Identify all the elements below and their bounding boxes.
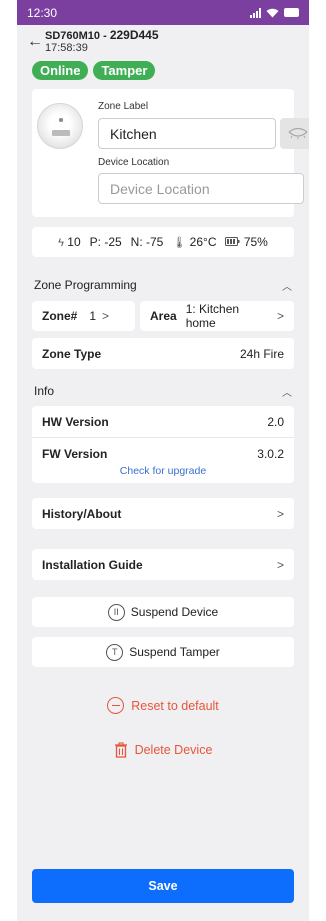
fw-version-label: FW Version — [42, 446, 108, 461]
chevron-right-icon: > — [102, 309, 110, 323]
installation-guide-row[interactable]: Installation Guide > — [32, 549, 294, 580]
device-model: SD760M10 - — [45, 30, 110, 42]
hw-version-row: HW Version 2.0 — [32, 406, 294, 437]
device-location-input[interactable]: Device Location — [98, 173, 304, 204]
area-label: Area — [150, 309, 177, 323]
device-id: 229D445 — [109, 28, 159, 42]
zone-label-input[interactable]: Kitchen — [98, 118, 276, 149]
zone-label-caption: Zone Label — [98, 101, 149, 112]
trash-icon — [114, 742, 127, 758]
header-info: SD760M10 - 229D445 17:58:39 — [45, 29, 159, 55]
eye-toggle-button[interactable] — [280, 118, 309, 149]
suspend-tamper-label: Suspend Tamper — [129, 645, 220, 659]
installation-guide-label: Installation Guide — [42, 557, 143, 572]
battery-icon — [284, 8, 299, 17]
zone-type-row[interactable]: Zone Type 24h Fire — [32, 338, 294, 369]
online-badge: Online — [32, 61, 89, 80]
suspend-device-label: Suspend Device — [130, 605, 219, 619]
device-card: Zone Label Kitchen Device Location Devic… — [32, 89, 309, 217]
chevron-right-icon: > — [276, 557, 284, 572]
zone-number-value: 1 — [89, 309, 97, 323]
device-image — [37, 103, 83, 149]
status-time: 12:30 — [27, 5, 58, 20]
temperature-stat: 🌡︎ 26°C — [172, 235, 216, 249]
fw-version-value: 3.0.2 — [257, 446, 284, 461]
suspend-tamper-button[interactable]: T Suspend Tamper — [32, 637, 294, 667]
suspend-device-button[interactable]: II Suspend Device — [32, 597, 294, 627]
chevron-right-icon: > — [276, 506, 284, 521]
area-selector[interactable]: Area 1: Kitchen home > — [140, 301, 294, 331]
reset-default-label: Reset to default — [131, 698, 219, 713]
info-card: HW Version 2.0 FW Version 3.0.2 Check fo… — [32, 406, 294, 483]
chevron-up-icon: ︿ — [282, 387, 292, 399]
zone-programming-header[interactable]: Zone Programming ︿ — [17, 275, 309, 295]
zone-programming-title: Zone Programming — [34, 278, 137, 292]
device-title: SD760M10 - 229D445 — [45, 29, 159, 42]
minus-circle-icon — [107, 697, 125, 714]
tamper-badge: Tamper — [93, 61, 156, 80]
status-badges: Online Tamper — [17, 61, 309, 80]
lightning-icon: ϟ — [58, 237, 64, 249]
info-header[interactable]: Info ︿ — [17, 381, 309, 401]
zone-number-label: Zone# — [42, 309, 78, 323]
zone-number-selector[interactable]: Zone# 1 > — [32, 301, 135, 331]
wifi-icon — [266, 8, 279, 17]
signal-stat: ϟ 10 — [58, 235, 81, 249]
delete-device-label: Delete Device — [134, 743, 213, 757]
area-value: 1: Kitchen home — [185, 302, 240, 330]
battery-value: 75% — [243, 235, 268, 249]
signal-icon — [250, 7, 261, 18]
device-settings-screen: 12:30 ← SD760M10 - 229D445 17:58:39 Onli… — [17, 0, 309, 921]
history-about-label: History/About — [42, 506, 122, 521]
device-location-caption: Device Location — [98, 157, 170, 168]
eye-closed-icon — [288, 127, 308, 139]
chevron-up-icon: ︿ — [282, 281, 292, 293]
signal-value: 10 — [67, 235, 81, 249]
n-stat: N: -75 — [130, 235, 164, 249]
battery-icon — [225, 237, 240, 246]
hw-version-value: 2.0 — [267, 414, 284, 429]
delete-device-button[interactable]: Delete Device — [17, 742, 309, 758]
history-about-row[interactable]: History/About > — [32, 498, 294, 529]
status-bar: 12:30 — [17, 0, 309, 25]
zone-type-value: 24h Fire — [239, 346, 284, 361]
temperature-value: 26°C — [189, 235, 217, 249]
status-icons — [250, 7, 299, 18]
hw-version-label: HW Version — [42, 414, 109, 429]
header: ← SD760M10 - 229D445 17:58:39 — [17, 25, 309, 61]
reset-default-button[interactable]: Reset to default — [17, 697, 309, 714]
chevron-right-icon: > — [276, 309, 284, 323]
info-title: Info — [34, 384, 55, 398]
save-button[interactable]: Save — [32, 869, 294, 903]
zone-type-label: Zone Type — [42, 346, 102, 361]
thermometer-icon: 🌡︎ — [172, 237, 187, 249]
battery-stat: 75% — [225, 235, 268, 249]
device-stats: ϟ 10 P: -25 N: -75 🌡︎ 26°C 75% — [32, 227, 294, 257]
header-time: 17:58:39 — [45, 42, 88, 54]
zone-area-row: Zone# 1 > Area 1: Kitchen home > — [32, 301, 294, 331]
p-stat: P: -25 — [89, 235, 122, 249]
check-upgrade-link[interactable]: Check for upgrade — [32, 465, 294, 483]
tamper-icon: T — [106, 643, 124, 661]
back-arrow-icon[interactable]: ← — [27, 29, 45, 55]
pause-icon: II — [107, 603, 125, 621]
